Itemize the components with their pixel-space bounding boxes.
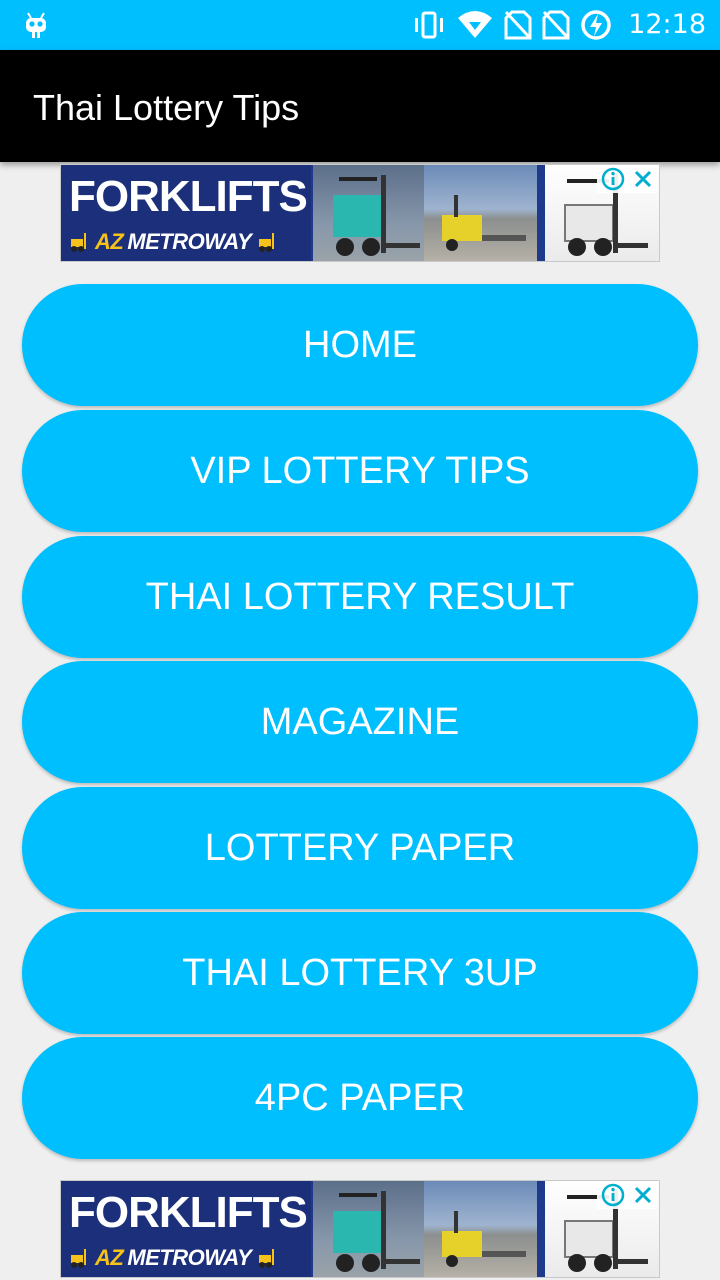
status-bar: 12:18 [0, 0, 720, 50]
close-icon[interactable] [632, 168, 654, 190]
ad-brand-text: FORKLIFTS [69, 1188, 308, 1237]
app-title: Thai Lottery Tips [33, 87, 300, 128]
no-sim-icon [542, 10, 570, 40]
ad-banner-bottom[interactable]: FORKLIFTS AZ METROWAY [60, 1180, 660, 1278]
ad-brand-block: FORKLIFTS AZ METROWAY [61, 1181, 311, 1277]
ad-controls [597, 1181, 657, 1209]
ad-sub-name: METROWAY [127, 229, 252, 254]
status-time: 12:18 [628, 9, 706, 40]
battery-charging-icon [581, 10, 611, 40]
ad-subtitle: AZ METROWAY [69, 227, 281, 257]
home-button[interactable]: HOME [22, 284, 698, 406]
vibrate-icon [415, 11, 443, 39]
wifi-icon [458, 11, 492, 38]
forklift-icon [259, 233, 275, 252]
info-icon[interactable] [601, 167, 625, 191]
ad-photo-pallet-truck [424, 1181, 537, 1277]
ad-controls [597, 165, 657, 193]
no-sim-icon [504, 10, 532, 40]
ad-banner-top[interactable]: FORKLIFTS AZ METROWAY [60, 164, 660, 262]
ad-subtitle: AZ METROWAY [69, 1243, 281, 1273]
forklift-icon [259, 1249, 275, 1268]
ad-sub-prefix: AZ [95, 1245, 124, 1270]
ad-photo-forklift-teal [313, 165, 426, 261]
close-icon[interactable] [632, 1184, 654, 1206]
thai-lottery-3up-button[interactable]: THAI LOTTERY 3UP [22, 912, 698, 1034]
ad-brand-block: FORKLIFTS AZ METROWAY [61, 165, 311, 261]
ad-photo-pallet-truck [424, 165, 537, 261]
ad-sub-name: METROWAY [127, 1245, 252, 1270]
forklift-icon [71, 1249, 86, 1268]
magazine-button[interactable]: MAGAZINE [22, 661, 698, 783]
ad-brand-text: FORKLIFTS [69, 172, 308, 221]
forklift-icon [71, 233, 86, 252]
lottery-paper-button[interactable]: LOTTERY PAPER [22, 787, 698, 909]
ad-sub-prefix: AZ [95, 229, 124, 254]
ad-photo-forklift-teal [313, 1181, 426, 1277]
vip-lottery-tips-button[interactable]: VIP LOTTERY TIPS [22, 410, 698, 532]
4pc-paper-button[interactable]: 4PC PAPER [22, 1037, 698, 1159]
info-icon[interactable] [601, 1183, 625, 1207]
android-icon [26, 12, 46, 38]
thai-lottery-result-button[interactable]: THAI LOTTERY RESULT [22, 536, 698, 658]
app-bar: Thai Lottery Tips [0, 50, 720, 162]
